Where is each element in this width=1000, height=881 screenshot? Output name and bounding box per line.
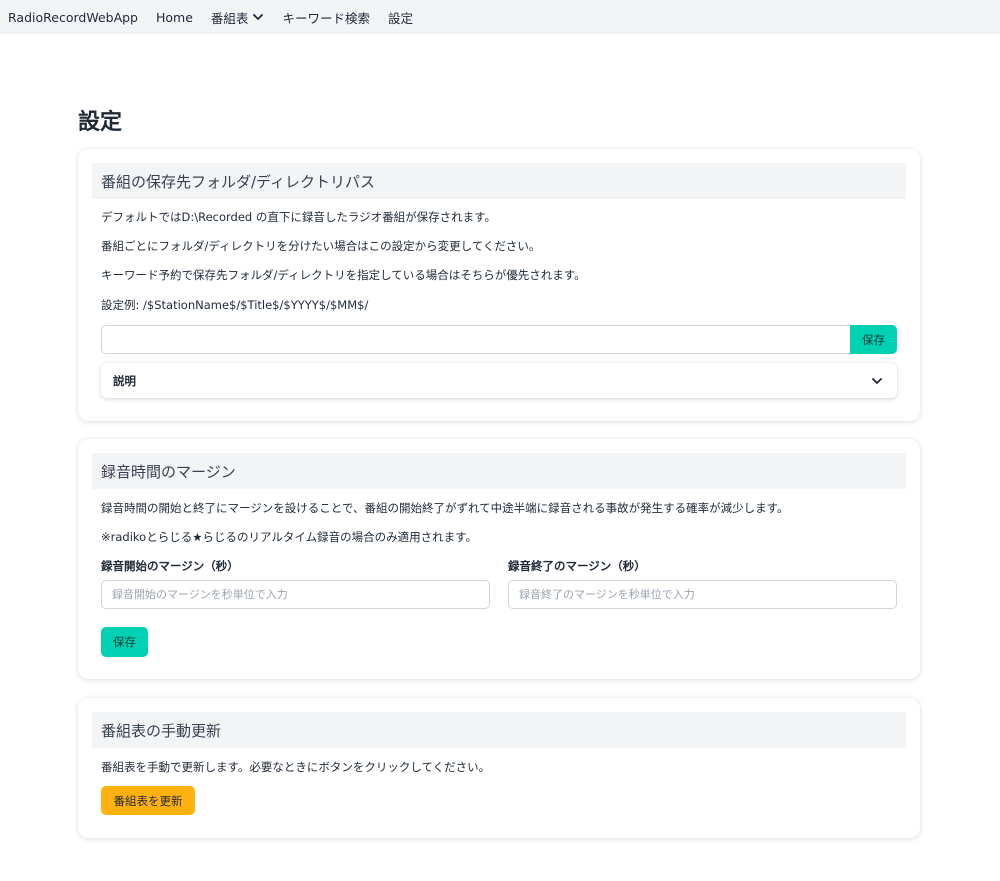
nav-item-settings[interactable]: 設定 xyxy=(388,8,413,27)
update-schedule-button[interactable]: 番組表を更新 xyxy=(101,786,195,815)
top-navbar: RadioRecordWebApp Home 番組表 キーワード検索 設定 xyxy=(0,0,1000,34)
page-title: 設定 xyxy=(78,110,123,135)
save-folder-card-title: 番組の保存先フォルダ/ディレクトリパス xyxy=(92,163,906,199)
explanation-collapse[interactable]: 説明 xyxy=(101,363,897,398)
save-folder-input-group: 保存 xyxy=(101,325,897,354)
recording-margin-card: 録音時間のマージン 録音時間の開始と終了にマージンを設けることで、番組の開始終了… xyxy=(78,439,920,679)
recording-margin-description-2: ※radikoとらじる★らじるのリアルタイム録音の場合のみ適用されます。 xyxy=(101,530,478,544)
save-folder-description-1: デフォルトではD:\Recorded の直下に録音したラジオ番組が保存されます。 xyxy=(101,210,496,224)
nav-item-home-label: Home xyxy=(156,9,193,25)
manual-update-card: 番組表の手動更新 番組表を手動で更新します。必要なときにボタンをクリックしてくだ… xyxy=(78,698,920,838)
save-folder-path-input[interactable] xyxy=(101,325,850,354)
save-folder-description-3: キーワード予約で保存先フォルダ/ディレクトリを指定している場合はそちらが優先され… xyxy=(101,268,586,282)
nav-item-settings-label: 設定 xyxy=(387,10,413,26)
nav-item-keyword-search[interactable]: キーワード検索 xyxy=(282,8,370,27)
nav-item-schedule-dropdown[interactable]: 番組表 xyxy=(211,8,265,27)
save-folder-save-button[interactable]: 保存 xyxy=(850,325,897,354)
navbar-brand[interactable]: RadioRecordWebApp xyxy=(8,10,138,25)
save-folder-example: 設定例: /$StationName$/$Title$/$YYYY$/$MM$/ xyxy=(101,298,369,312)
nav-item-schedule-label: 番組表 xyxy=(210,10,249,26)
save-folder-card: 番組の保存先フォルダ/ディレクトリパス デフォルトではD:\Recorded の… xyxy=(78,149,920,421)
save-folder-description-2: 番組ごとにフォルダ/ディレクトリを分けたい場合はこの設定から変更してください。 xyxy=(101,239,541,253)
chevron-down-icon xyxy=(253,14,264,20)
end-margin-input[interactable] xyxy=(508,580,897,609)
nav-item-keyword-search-label: キーワード検索 xyxy=(282,10,370,26)
start-margin-label: 録音開始のマージン（秒） xyxy=(101,559,239,573)
end-margin-label: 録音終了のマージン（秒） xyxy=(508,559,646,573)
manual-update-card-title: 番組表の手動更新 xyxy=(92,712,906,748)
start-margin-input[interactable] xyxy=(101,580,490,609)
recording-margin-save-button[interactable]: 保存 xyxy=(101,627,148,657)
explanation-collapse-label: 説明 xyxy=(113,373,136,388)
chevron-down-icon xyxy=(872,377,882,384)
recording-margin-description-1: 録音時間の開始と終了にマージンを設けることで、番組の開始終了がずれて中途半端に録… xyxy=(101,501,789,515)
nav-item-home[interactable]: Home xyxy=(156,10,193,25)
recording-margin-card-title: 録音時間のマージン xyxy=(92,453,906,489)
manual-update-description: 番組表を手動で更新します。必要なときにボタンをクリックしてください。 xyxy=(101,760,491,774)
